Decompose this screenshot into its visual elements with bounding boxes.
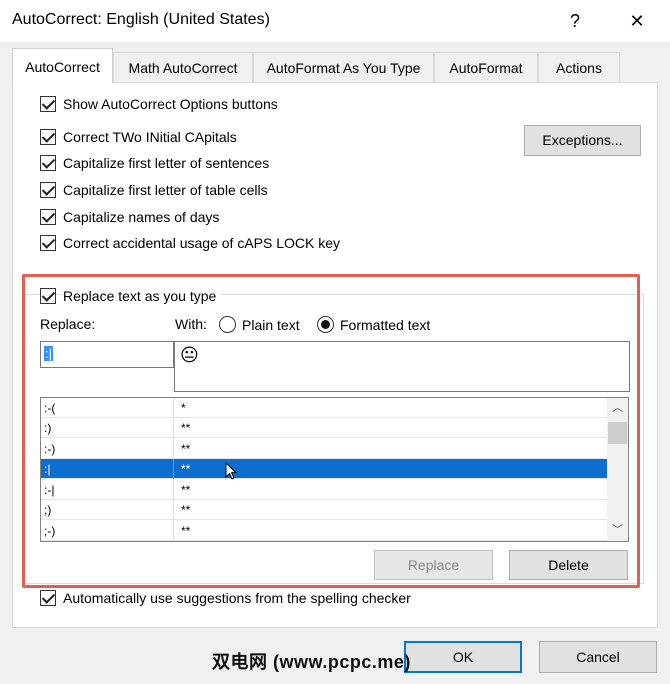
exceptions-button[interactable]: Exceptions...: [524, 125, 641, 156]
with-input[interactable]: 😐: [174, 341, 630, 392]
caps-lock-checkbox[interactable]: [40, 235, 56, 251]
entry-with: **: [181, 462, 191, 476]
list-item[interactable]: :-( *: [41, 398, 607, 418]
column-divider: [173, 439, 174, 459]
days-checkbox[interactable]: [40, 209, 56, 225]
entry-with: **: [181, 524, 191, 538]
entry-replace: :|: [44, 462, 51, 476]
replace-text-label: Replace text as you type: [63, 288, 221, 304]
tab-autoformat[interactable]: AutoFormat: [434, 52, 538, 82]
scroll-up-icon[interactable]: ︿: [607, 398, 628, 418]
entry-replace: ;): [44, 503, 52, 517]
entry-with: **: [181, 483, 191, 497]
entry-with: **: [181, 421, 191, 435]
days-label: Capitalize names of days: [63, 209, 220, 225]
spelling-suggestions-label: Automatically use suggestions from the s…: [63, 590, 411, 606]
column-divider: [173, 500, 174, 520]
cancel-button[interactable]: Cancel: [539, 641, 657, 673]
replace-input-value: :|: [44, 346, 53, 361]
tab-actions[interactable]: Actions: [538, 52, 620, 82]
entry-with: **: [181, 442, 191, 456]
with-label: With:: [175, 316, 207, 332]
entry-replace: :-|: [44, 483, 55, 497]
list-item[interactable]: ;-) **: [41, 521, 607, 541]
mouse-pointer-icon: [225, 462, 238, 480]
neutral-face-icon: 😐: [180, 345, 199, 365]
delete-button[interactable]: Delete: [509, 550, 628, 580]
show-buttons-label: Show AutoCorrect Options buttons: [63, 96, 278, 112]
table-cells-checkbox[interactable]: [40, 182, 56, 198]
column-divider: [173, 459, 174, 479]
replace-label: Replace:: [40, 316, 96, 332]
list-item-selected[interactable]: :| **: [41, 459, 607, 480]
tab-autoformat-as-you-type[interactable]: AutoFormat As You Type: [253, 52, 434, 82]
entry-replace: :): [44, 421, 52, 435]
table-cells-label: Capitalize first letter of table cells: [63, 182, 268, 198]
entry-replace: :-(: [44, 401, 56, 415]
column-divider: [173, 521, 174, 541]
replace-text-checkbox[interactable]: [40, 288, 56, 304]
tab-autocorrect[interactable]: AutoCorrect: [12, 48, 113, 83]
scrollbar-thumb[interactable]: [608, 422, 627, 444]
spelling-suggestions-checkbox[interactable]: [40, 590, 56, 606]
formatted-text-radio[interactable]: [317, 316, 334, 333]
first-sentence-checkbox[interactable]: [40, 155, 56, 171]
column-divider: [173, 480, 174, 500]
column-divider: [173, 398, 174, 418]
two-initial-label: Correct TWo INitial CApitals: [63, 129, 237, 145]
entry-replace: :-): [44, 442, 56, 456]
plain-text-label: Plain text: [242, 317, 300, 333]
caps-lock-label: Correct accidental usage of cAPS LOCK ke…: [63, 235, 341, 251]
autocorrect-list[interactable]: :-( * :) ** :-) ** :| ** :-| ** ;) ** ;-…: [40, 397, 629, 542]
ok-button[interactable]: OK: [404, 641, 522, 673]
first-sentence-label: Capitalize first letter of sentences: [63, 155, 270, 171]
column-divider: [173, 418, 174, 438]
show-buttons-checkbox[interactable]: [40, 96, 56, 112]
list-item[interactable]: :-| **: [41, 480, 607, 500]
plain-text-radio[interactable]: [219, 316, 236, 333]
formatted-text-label: Formatted text: [340, 317, 431, 333]
scroll-down-icon[interactable]: ﹀: [607, 520, 628, 540]
two-initial-checkbox[interactable]: [40, 129, 56, 145]
window-title: AutoCorrect: English (United States): [12, 11, 270, 28]
entry-with: **: [181, 503, 191, 517]
replace-input[interactable]: :|: [40, 341, 174, 368]
tab-math-autocorrect[interactable]: Math AutoCorrect: [113, 52, 253, 82]
list-item[interactable]: :-) **: [41, 439, 607, 459]
close-icon[interactable]: ✕: [622, 6, 652, 36]
entry-replace: ;-): [44, 524, 56, 538]
entry-with: *: [181, 401, 186, 415]
help-button[interactable]: ?: [560, 6, 590, 36]
list-item[interactable]: ;) **: [41, 500, 607, 520]
replace-button[interactable]: Replace: [374, 550, 493, 580]
watermark: 双电网 (www.pcpc.me): [212, 652, 411, 672]
list-item[interactable]: :) **: [41, 418, 607, 438]
